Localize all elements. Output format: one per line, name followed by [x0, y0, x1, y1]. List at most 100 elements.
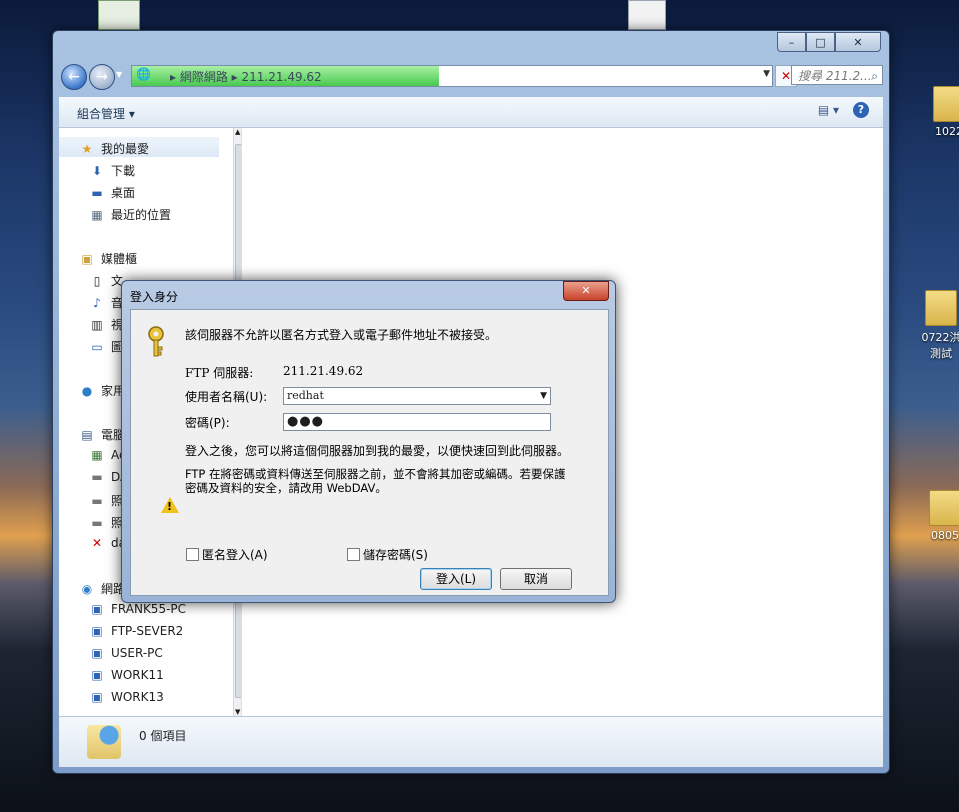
- password-field[interactable]: ●●●: [283, 413, 551, 431]
- nav-homegroup[interactable]: ● 家用: [79, 382, 125, 399]
- forward-button[interactable]: →: [89, 64, 115, 90]
- details-pane: 0 個項目: [59, 716, 883, 767]
- login-button[interactable]: 登入(L): [420, 568, 492, 590]
- server-value: 211.21.49.62: [283, 364, 364, 378]
- scroll-up-icon[interactable]: ▲: [235, 128, 240, 136]
- username-dropdown-icon[interactable]: ▼: [540, 388, 547, 404]
- checkbox-box[interactable]: [347, 548, 360, 561]
- nav-label: 桌面: [111, 186, 136, 200]
- desktop-icon-0722[interactable]: 0722洪 測試: [916, 290, 959, 361]
- nav-item-recent[interactable]: ▦ 最近的位置: [89, 206, 171, 223]
- nav-label: FTP-SEVER2: [111, 624, 184, 638]
- nav-item-desktop[interactable]: ▬ 桌面: [89, 184, 135, 201]
- search-icon[interactable]: ⌕: [871, 66, 878, 86]
- nav-item-downloads[interactable]: ⬇ 下載: [89, 162, 135, 179]
- network-folder-icon: [87, 725, 121, 759]
- music-icon: ♪: [93, 295, 101, 310]
- anonymous-login-checkbox[interactable]: 匿名登入(A): [186, 546, 268, 563]
- back-button[interactable]: ←: [61, 64, 87, 90]
- nav-item-music[interactable]: ♪ 音: [89, 294, 123, 311]
- intro-text: 該伺服器不允許以匿名方式登入或電子郵件地址不被接受。: [185, 328, 498, 342]
- close-button[interactable]: ✕: [835, 32, 881, 52]
- nav-label: 最近的位置: [111, 208, 172, 222]
- nav-label: 下載: [111, 164, 136, 178]
- desktop-icon-label: 測試: [930, 347, 952, 360]
- after-login-text: 登入之後，您可以將這個伺服器加到我的最愛，以便快速回到此伺服器。: [185, 444, 570, 458]
- homegroup-icon: ●: [81, 383, 93, 398]
- search-placeholder: 搜尋 211.2...: [798, 69, 872, 83]
- library-icon: ▣: [81, 251, 93, 266]
- breadcrumb-separator-icon: ▸: [227, 69, 242, 84]
- command-toolbar: 組合管理 ▾ ▤ ▾ ?: [59, 97, 883, 128]
- windows-drive-icon: ▦: [91, 448, 103, 462]
- folder-icon: [929, 490, 959, 526]
- drive-icon: ▬: [91, 515, 103, 530]
- shortcut-file-icon[interactable]: [628, 0, 666, 30]
- username-field[interactable]: redhat ▼: [283, 387, 551, 405]
- network-pc-icon: ▣: [91, 624, 103, 638]
- disconnected-drive-icon: ✕: [91, 536, 103, 550]
- drive-icon: ▬: [91, 493, 103, 508]
- warning-text-line2: 密碼及資料的安全，請改用 WebDAV。: [185, 481, 387, 495]
- nav-label: USER-PC: [111, 646, 163, 660]
- nav-item-network-pc[interactable]: ▣ WORK11: [89, 668, 163, 682]
- nav-item-network-pc[interactable]: ▣ USER-PC: [89, 646, 163, 660]
- dialog-close-button[interactable]: ✕: [563, 281, 609, 301]
- nav-item-pictures[interactable]: ▭ 圖: [89, 338, 123, 355]
- nav-item-drive[interactable]: ▬ 照: [89, 492, 123, 509]
- organize-menu[interactable]: 組合管理 ▾: [77, 105, 135, 122]
- nav-item-network-pc[interactable]: ▣ WORK13: [89, 690, 164, 704]
- downloads-icon: ⬇: [91, 163, 103, 178]
- checkbox-label: 匿名登入(A): [202, 548, 268, 562]
- nav-libraries[interactable]: ▣ 媒體櫃: [79, 250, 137, 267]
- star-icon: ★: [81, 141, 93, 156]
- network-pc-icon: ▣: [91, 646, 103, 660]
- login-dialog: 登入身分 ✕ 該伺服器不允許以匿名方式登入或電子郵件地址不被接受。 FTP 伺服…: [121, 280, 616, 603]
- search-input[interactable]: 搜尋 211.2... ⌕: [791, 65, 883, 85]
- drive-icon: ▬: [91, 470, 103, 484]
- address-bar[interactable]: 🌐 ▸ 網際網路 ▸ 211.21.49.62 ▼: [131, 65, 773, 87]
- key-icon: [148, 326, 164, 357]
- nav-item-network-pc[interactable]: ▣ FTP-SEVER2: [89, 624, 183, 638]
- desktop-icon: ▬: [91, 185, 103, 200]
- checkbox-box[interactable]: [186, 548, 199, 561]
- folder-icon: [925, 290, 957, 326]
- minimize-button[interactable]: –: [777, 32, 806, 52]
- maximize-button[interactable]: □: [806, 32, 835, 52]
- computer-icon: ▤: [81, 427, 93, 442]
- nav-label: 我的最愛: [101, 142, 150, 156]
- cancel-button[interactable]: 取消: [500, 568, 572, 590]
- username-label: 使用者名稱(U):: [185, 390, 268, 404]
- nav-item-drive[interactable]: ▬ 照: [89, 514, 123, 531]
- breadcrumb-separator-icon: ▸: [170, 69, 180, 84]
- video-icon: ▥: [91, 317, 103, 332]
- history-dropdown-icon[interactable]: ▼: [116, 70, 122, 79]
- network-pc-icon: ▣: [91, 602, 103, 616]
- back-arrow-icon: ←: [68, 69, 80, 85]
- desktop-icon-0805[interactable]: 0805: [920, 490, 959, 542]
- desktop-icon-label: 0805: [931, 529, 959, 542]
- nav-favorites[interactable]: ★ 我的最愛: [79, 140, 149, 157]
- dialog-title: 登入身分: [130, 290, 179, 304]
- item-count: 0 個項目: [139, 729, 187, 743]
- breadcrumb-internet[interactable]: 網際網路: [180, 70, 228, 84]
- caption-buttons: – □ ✕: [777, 32, 881, 52]
- desktop-icon-1022[interactable]: 1022: [924, 86, 959, 138]
- address-row: ← → ▼ 🌐 ▸ 網際網路 ▸ 211.21.49.62 ▼ ✕ 搜尋 211…: [59, 63, 883, 91]
- scroll-down-icon[interactable]: ▼: [235, 708, 240, 716]
- address-path: ▸ 網際網路 ▸ 211.21.49.62: [132, 68, 322, 85]
- breadcrumb-host[interactable]: 211.21.49.62: [242, 70, 322, 84]
- save-password-checkbox[interactable]: 儲存密碼(S): [347, 546, 428, 563]
- help-icon[interactable]: ?: [853, 102, 869, 118]
- excel-file-icon[interactable]: [98, 0, 140, 30]
- document-icon: ▯: [93, 273, 101, 288]
- nav-label: WORK13: [111, 690, 164, 704]
- view-options-icon[interactable]: ▤ ▾: [818, 103, 839, 117]
- nav-network[interactable]: ◉ 網路: [79, 580, 125, 597]
- picture-icon: ▭: [91, 339, 103, 354]
- nav-item-network-pc[interactable]: ▣ FRANK55-PC: [89, 602, 186, 616]
- nav-item-documents[interactable]: ▯ 文: [89, 272, 123, 289]
- address-dropdown-icon[interactable]: ▼: [763, 69, 770, 79]
- nav-item-videos[interactable]: ▥ 視: [89, 316, 123, 333]
- nav-computer[interactable]: ▤ 電腦: [79, 426, 125, 443]
